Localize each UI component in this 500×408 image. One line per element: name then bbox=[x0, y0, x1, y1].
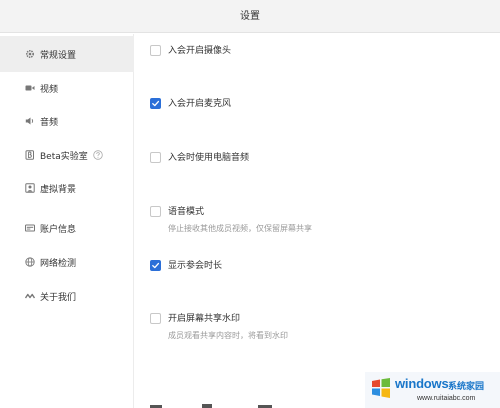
sidebar-item-account[interactable]: 账户信息 bbox=[0, 210, 134, 246]
checkmark-icon bbox=[152, 100, 160, 107]
sidebar-item-label: 账户信息 bbox=[40, 224, 77, 235]
settings-window: 设置 常规设置 视频 音频 Beta实验室 虚拟背景 账户信息 网络检测 关于我… bbox=[0, 0, 500, 408]
speaker-icon bbox=[25, 116, 35, 126]
sidebar-item-network-test[interactable]: 网络检测 bbox=[0, 244, 134, 280]
option-mic-on-join[interactable]: 入会开启麦克风 bbox=[150, 98, 231, 110]
sidebar-item-label: Beta实验室 bbox=[40, 151, 88, 162]
sidebar-item-label: 虚拟背景 bbox=[40, 184, 77, 195]
logo-icon bbox=[25, 291, 35, 301]
sidebar-item-label: 关于我们 bbox=[40, 292, 77, 303]
camera-on-join-checkbox[interactable] bbox=[150, 45, 161, 56]
voice-mode-checkbox[interactable] bbox=[150, 206, 161, 217]
sidebar-item-label: 常规设置 bbox=[40, 50, 77, 61]
sidebar-item-label: 网络检测 bbox=[40, 258, 77, 269]
site-watermark: windows 系统家园 www.ruitaiabc.com bbox=[365, 372, 500, 408]
settings-sidebar: 常规设置 视频 音频 Beta实验室 虚拟背景 账户信息 网络检测 关于我们 bbox=[0, 34, 134, 408]
virtual-background-icon bbox=[25, 183, 35, 193]
mic-on-join-checkbox[interactable] bbox=[150, 98, 161, 109]
option-label: 语音模式 bbox=[168, 207, 205, 217]
beta-lab-icon bbox=[25, 150, 35, 160]
option-description: 成员观看共享内容时，将看到水印 bbox=[168, 331, 288, 340]
option-description: 停止接收其他成员视频，仅保留屏幕共享 bbox=[168, 224, 312, 233]
option-voice-mode[interactable]: 语音模式 停止接收其他成员视频，仅保留屏幕共享 bbox=[150, 206, 312, 234]
question-circle-icon[interactable] bbox=[93, 150, 103, 160]
bottom-toolbar-fragment bbox=[150, 404, 272, 408]
watermark-brand-cn: 系统家园 bbox=[448, 382, 485, 392]
watermark-url: www.ruitaiabc.com bbox=[417, 395, 476, 402]
sidebar-item-beta-lab[interactable]: Beta实验室 bbox=[0, 137, 134, 173]
option-label: 入会开启摄像头 bbox=[168, 46, 232, 56]
window-title: 设置 bbox=[240, 11, 260, 22]
checkmark-icon bbox=[152, 262, 160, 269]
sidebar-item-label: 音频 bbox=[40, 117, 59, 128]
general-settings-panel: 入会开启摄像头 入会开启麦克风 入会时使用电脑音频 语音模式 停止接收其他成员视… bbox=[135, 34, 500, 408]
title-bar: 设置 bbox=[0, 0, 500, 33]
computer-audio-checkbox[interactable] bbox=[150, 152, 161, 163]
option-label: 开启屏幕共享水印 bbox=[168, 314, 241, 324]
option-camera-on-join[interactable]: 入会开启摄像头 bbox=[150, 45, 231, 57]
option-show-meeting-duration[interactable]: 显示参会时长 bbox=[150, 260, 222, 272]
option-label: 显示参会时长 bbox=[168, 261, 223, 271]
sidebar-item-virtual-background[interactable]: 虚拟背景 bbox=[0, 170, 134, 206]
sidebar-item-general[interactable]: 常规设置 bbox=[0, 36, 134, 72]
option-share-watermark[interactable]: 开启屏幕共享水印 成员观看共享内容时，将看到水印 bbox=[150, 313, 288, 341]
account-card-icon bbox=[25, 223, 35, 233]
globe-icon bbox=[25, 257, 35, 267]
option-label: 入会时使用电脑音频 bbox=[168, 153, 250, 163]
show-meeting-duration-checkbox[interactable] bbox=[150, 260, 161, 271]
share-watermark-checkbox[interactable] bbox=[150, 313, 161, 324]
sidebar-item-about[interactable]: 关于我们 bbox=[0, 278, 134, 314]
sidebar-item-video[interactable]: 视频 bbox=[0, 70, 134, 106]
option-computer-audio[interactable]: 入会时使用电脑音频 bbox=[150, 152, 249, 164]
sidebar-item-label: 视频 bbox=[40, 84, 59, 95]
option-label: 入会开启麦克风 bbox=[168, 99, 232, 109]
video-camera-icon bbox=[25, 83, 35, 93]
watermark-brand: windows bbox=[395, 376, 449, 391]
sidebar-item-audio[interactable]: 音频 bbox=[0, 103, 134, 139]
windows-logo-icon bbox=[372, 378, 390, 398]
gear-icon bbox=[25, 49, 35, 59]
